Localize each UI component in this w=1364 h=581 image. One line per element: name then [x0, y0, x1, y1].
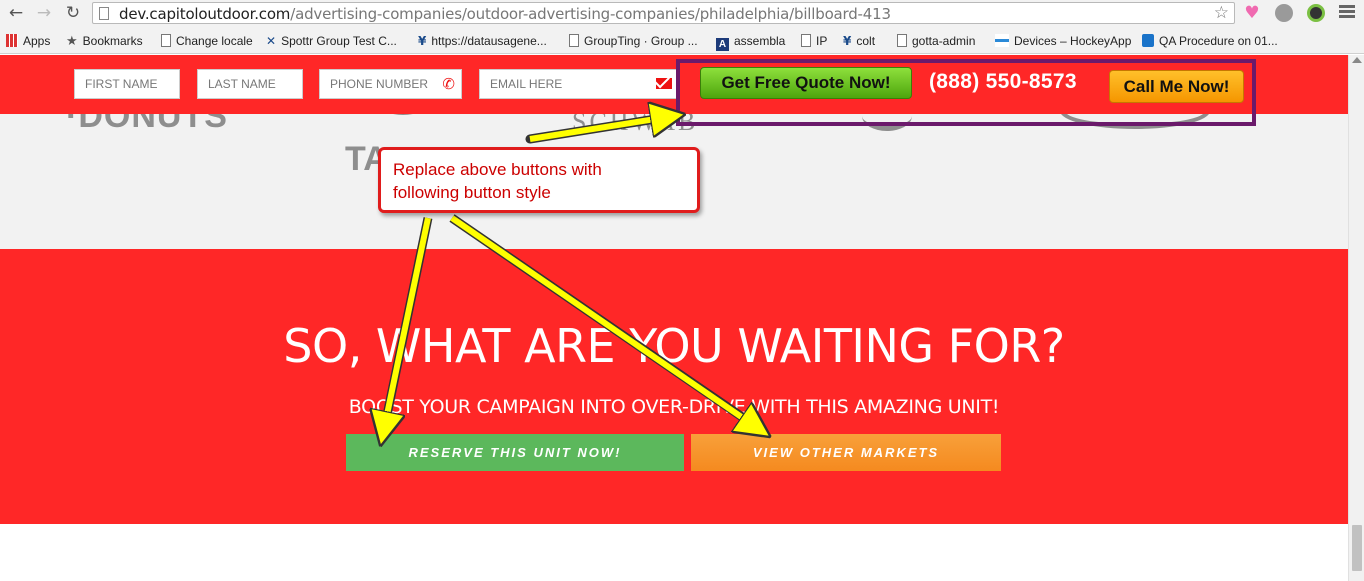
bookmark-bookmarks[interactable]: ★ Bookmarks [66, 32, 143, 50]
annotation-note: Replace above buttons with following but… [378, 147, 700, 213]
bookmark-label: gotta-admin [912, 34, 976, 48]
jenkins-icon: ¥ [418, 34, 427, 48]
scroll-thumb[interactable] [1352, 525, 1362, 571]
bookmark-label: Spottr Group Test C... [281, 34, 397, 48]
page-icon [99, 7, 109, 20]
url-path: /advertising-companies/outdoor-advertisi… [290, 5, 891, 23]
envelope-icon [656, 78, 672, 89]
page-icon [569, 34, 579, 47]
page-icon [801, 34, 811, 47]
bookmark-groupting[interactable]: GroupTing · Group ... [569, 32, 698, 50]
bookmark-assembla[interactable]: Aassembla [716, 32, 786, 51]
annotation-note-line-2: following button style [393, 183, 551, 202]
hockeyapp-icon [995, 34, 1009, 47]
bookmark-label: colt [856, 34, 876, 48]
reload-icon[interactable]: ↻ [63, 3, 83, 23]
bookmark-spottr[interactable]: ✕ Spottr Group Test C... [266, 32, 397, 50]
page-icon [161, 34, 171, 47]
bookmark-label: Change locale [176, 34, 253, 48]
bookmark-colt[interactable]: ¥ colt [843, 32, 875, 50]
bookmark-apps[interactable]: Apps [6, 32, 50, 50]
cta-section: SO, WHAT ARE YOU WAITING FOR? BOOST YOUR… [0, 249, 1348, 524]
bookmark-qa-procedure[interactable]: QA Procedure on 01... [1142, 32, 1278, 50]
page-viewport: ·DONUTS TA SCHWAB SO, WHAT ARE YOU WAITI… [0, 55, 1348, 581]
bookmark-label: IP [816, 34, 828, 48]
bookmark-label: Bookmarks [82, 34, 143, 48]
forward-arrow-icon[interactable]: → [34, 3, 54, 23]
chat-extension-icon[interactable] [1275, 4, 1293, 22]
browser-menu-icon[interactable] [1336, 3, 1358, 23]
bookmark-change-locale[interactable]: Change locale [161, 32, 253, 50]
bookmark-label: assembla [734, 34, 786, 48]
view-other-markets-button[interactable]: VIEW OTHER MARKETS [691, 434, 1001, 471]
assembla-icon: A [716, 38, 729, 51]
back-arrow-icon[interactable]: ← [6, 3, 26, 23]
email-placeholder: EMAIL HERE [490, 77, 563, 91]
bookmark-label: https://datausagene... [431, 34, 547, 48]
bookmarks-bar: Apps ★ Bookmarks Change locale ✕ Spottr Gr… [0, 28, 1364, 54]
bookmark-datausage[interactable]: ¥ https://datausagene... [418, 32, 547, 50]
phone-icon: ✆ [442, 75, 455, 93]
apps-grid-icon [6, 34, 18, 47]
bookmark-hockeyapp[interactable]: Devices – HockeyApp [995, 32, 1131, 50]
bookmark-gotta-admin[interactable]: gotta-admin [897, 32, 975, 50]
jenkins-icon: ¥ [843, 34, 852, 48]
annotation-note-line-1: Replace above buttons with [393, 160, 602, 179]
phone-number-field[interactable]: PHONE NUMBER ✆ [319, 69, 462, 99]
first-name-field[interactable]: FIRST NAME [74, 69, 180, 99]
bookmark-label: GroupTing · Group ... [584, 34, 698, 48]
bookmark-star-icon[interactable]: ☆ [1214, 3, 1229, 23]
color-extension-icon[interactable] [1307, 4, 1325, 22]
email-field[interactable]: EMAIL HERE [479, 69, 677, 99]
star-icon: ★ [66, 34, 78, 49]
bookmark-ip[interactable]: IP [801, 32, 827, 50]
cta-heading: SO, WHAT ARE YOU WAITING FOR? [283, 319, 1065, 373]
bookmark-label: QA Procedure on 01... [1159, 34, 1278, 48]
bookmark-label: Apps [23, 34, 51, 48]
bookmark-label: Devices – HockeyApp [1014, 34, 1132, 48]
vertical-scrollbar[interactable] [1348, 55, 1364, 581]
spottr-icon: ✕ [266, 34, 277, 48]
trello-icon [1142, 34, 1154, 47]
phone-placeholder: PHONE NUMBER [330, 77, 429, 91]
annotation-highlight-box [676, 59, 1256, 126]
last-name-field[interactable]: LAST NAME [197, 69, 303, 99]
page-icon [897, 34, 907, 47]
address-bar[interactable]: dev.capitoloutdoor.com/advertising-compa… [92, 2, 1235, 24]
cta-subheading: BOOST YOUR CAMPAIGN INTO OVER-DRIVE WITH… [348, 396, 1000, 418]
reserve-unit-button[interactable]: RESERVE THIS UNIT NOW! [346, 434, 684, 471]
heart-extension-icon[interactable]: ♥ [1243, 4, 1261, 22]
url-host: dev.capitoloutdoor.com [119, 5, 291, 23]
scroll-up-icon[interactable] [1352, 57, 1362, 63]
url-text: dev.capitoloutdoor.com/advertising-compa… [119, 5, 891, 23]
browser-toolbar: ← → ↻ dev.capitoloutdoor.com/advertising… [0, 0, 1364, 28]
